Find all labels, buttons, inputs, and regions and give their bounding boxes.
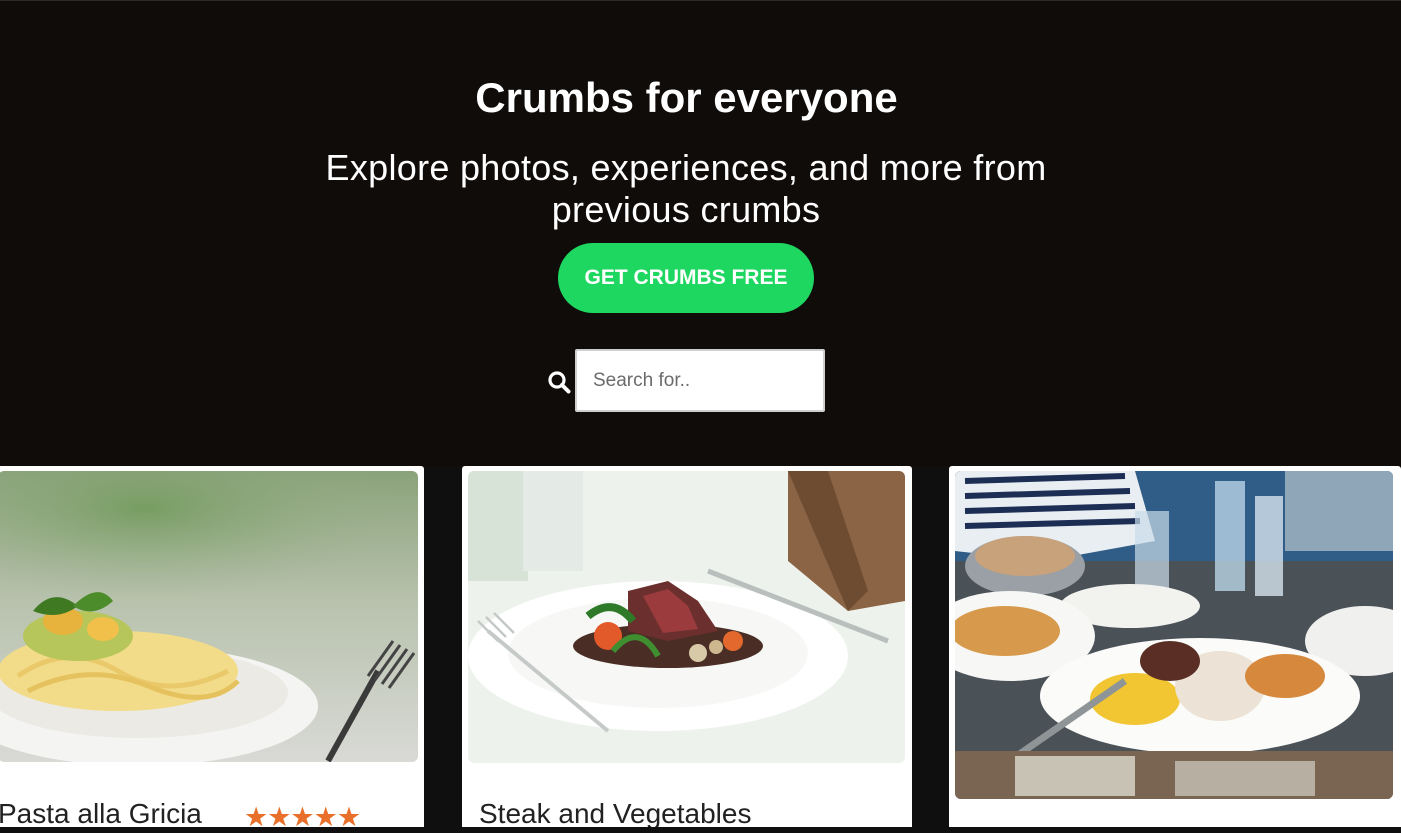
recipe-card-seafood[interactable] <box>949 466 1401 833</box>
steak-photo <box>468 471 905 763</box>
hero-subtitle: Explore photos, experiences, and more fr… <box>325 147 1047 230</box>
search-icon <box>547 370 571 394</box>
page: Crumbs for everyone Explore photos, expe… <box>0 0 1401 833</box>
hero-title: Crumbs for everyone <box>475 74 898 121</box>
recipe-card-steak[interactable]: Steak and Vegetables <box>462 466 912 833</box>
hero-section: Crumbs for everyone Explore photos, expe… <box>0 0 1401 467</box>
pasta-photo <box>0 471 418 762</box>
recipe-card-pasta[interactable]: Pasta alla Gricia ★★★★★ <box>0 466 424 833</box>
recipe-card-grid: Pasta alla Gricia ★★★★★ Steak and Vegeta… <box>0 466 1401 833</box>
seafood-platter-photo <box>955 471 1393 799</box>
get-crumbs-free-button[interactable]: GET CRUMBS FREE <box>558 243 814 313</box>
search-input[interactable] <box>575 349 825 412</box>
bottom-strip <box>0 827 1401 833</box>
